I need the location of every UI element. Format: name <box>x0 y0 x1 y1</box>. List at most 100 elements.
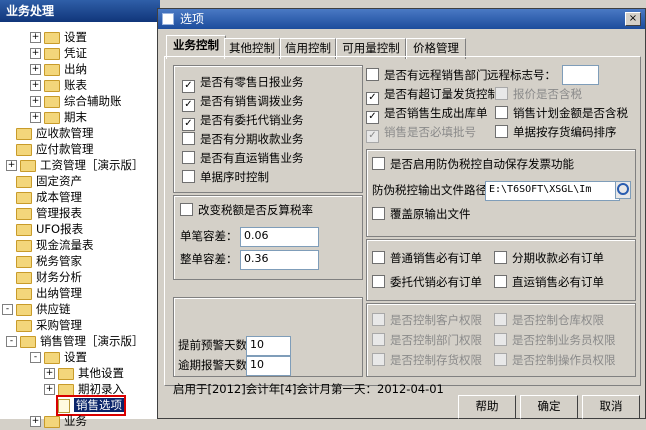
normal-sales-order-checkbox[interactable]: 普通销售必有订单 <box>372 250 482 266</box>
batch-required-checkbox[interactable]: ✓ 销售是否必填批号 <box>366 124 476 143</box>
tree-item[interactable]: 应收款管理 <box>16 125 94 142</box>
folder-icon <box>58 383 74 396</box>
collapse-icon[interactable]: - <box>2 304 13 315</box>
consignment-order-checkbox[interactable]: 委托代销必有订单 <box>372 274 482 290</box>
export-path-input[interactable]: E:\T6SOFT\XSGL\Im <box>485 181 620 201</box>
tree-item[interactable]: - 设置 <box>30 349 87 366</box>
folder-icon <box>44 95 60 108</box>
retail-daily-checkbox[interactable]: ✓ 是否有零售日报业务 <box>182 74 304 93</box>
tree-item-sales-options[interactable]: 销售选项 <box>56 395 126 416</box>
tree-item[interactable]: 现金流量表 <box>16 237 94 254</box>
tree-item-label: 销售管理［演示版］ <box>40 334 144 348</box>
expand-icon[interactable]: + <box>30 80 41 91</box>
tree-item[interactable]: - 销售管理［演示版］ <box>6 333 144 350</box>
auto-save-invoice-checkbox[interactable]: 是否启用防伪税控自动保存发票功能 <box>372 156 574 172</box>
tree-item[interactable]: + 账表 <box>30 77 87 94</box>
customer-permission-checkbox[interactable]: 是否控制客户权限 <box>372 312 482 328</box>
cancel-button[interactable]: 取消 <box>582 395 640 419</box>
expand-icon[interactable]: + <box>30 48 41 59</box>
folder-icon <box>16 287 32 300</box>
tree-item[interactable]: 财务分析 <box>16 269 82 286</box>
tree-item[interactable]: 成本管理 <box>16 189 82 206</box>
tree-item[interactable]: + 出纳 <box>30 61 87 78</box>
consignment-checkbox[interactable]: ✓ 是否有委托代销业务 <box>182 112 304 131</box>
tree-item[interactable]: + 业务 <box>30 413 87 430</box>
over-order-control-checkbox[interactable]: ✓ 是否有超订量发货控制 <box>366 86 499 105</box>
ok-button[interactable]: 确定 <box>520 395 578 419</box>
warehouse-permission-checkbox[interactable]: 是否控制仓库权限 <box>494 312 604 328</box>
installment-order-checkbox[interactable]: 分期收款必有订单 <box>494 250 604 266</box>
tree-item[interactable]: 采购管理 <box>16 317 82 334</box>
tree-item-label: 固定资产 <box>36 174 82 188</box>
dialog-titlebar[interactable]: 选项 × <box>158 9 645 29</box>
direct-sales-order-checkbox[interactable]: 直运销售必有订单 <box>494 274 604 290</box>
document-sequence-checkbox[interactable]: 单据序时控制 <box>182 169 269 185</box>
close-button[interactable]: × <box>625 12 641 26</box>
tree-item[interactable]: + 其他设置 <box>44 365 124 382</box>
operator-permission-checkbox[interactable]: 是否控制操作员权限 <box>494 352 616 368</box>
overdue-alert-input[interactable]: 10 <box>246 356 291 376</box>
expand-icon[interactable]: + <box>30 96 41 107</box>
expand-icon[interactable]: + <box>30 32 41 43</box>
expand-icon[interactable]: + <box>44 384 55 395</box>
advance-alert-input[interactable]: 10 <box>246 336 291 356</box>
checkbox-label: 单据序时控制 <box>200 170 269 184</box>
overdue-alert-label: 逾期报警天数 <box>178 358 247 372</box>
generate-outbound-checkbox[interactable]: ✓ 是否销售生成出库单 <box>366 105 488 124</box>
tree-item-label: 税务管家 <box>36 254 82 268</box>
tree-item[interactable]: UFO报表 <box>16 221 83 238</box>
price-tax-checkbox[interactable]: 报价是否含税 <box>495 86 582 102</box>
remote-sales-checkbox[interactable]: 是否有远程销售部门 <box>366 67 488 83</box>
installment-checkbox[interactable]: 是否有分期收款业务 <box>182 131 304 147</box>
tree-item[interactable]: 税务管家 <box>16 253 82 270</box>
tree-item[interactable]: 固定资产 <box>16 173 82 190</box>
expand-icon[interactable]: + <box>30 416 41 427</box>
tree-item[interactable]: + 期末 <box>30 109 87 126</box>
expand-icon[interactable]: + <box>30 112 41 123</box>
tree-item[interactable]: + 期初录入 <box>44 381 124 398</box>
tree-item[interactable]: 管理报表 <box>16 205 82 222</box>
tree-item[interactable]: + 设置 <box>30 29 87 46</box>
checkbox-label: 是否控制操作员权限 <box>512 353 616 367</box>
checkbox-box <box>372 251 385 264</box>
checkbox-label: 是否有委托代销业务 <box>200 113 304 127</box>
expand-icon[interactable]: + <box>30 64 41 75</box>
document-icon <box>58 398 70 413</box>
collapse-icon[interactable]: - <box>30 352 41 363</box>
whole-tolerance-input[interactable]: 0.36 <box>240 250 319 270</box>
tree-item[interactable]: 应付款管理 <box>16 141 94 158</box>
browse-button[interactable] <box>615 181 631 199</box>
checkbox-label: 是否有销售调拨业务 <box>200 94 304 108</box>
overwrite-file-checkbox[interactable]: 覆盖原输出文件 <box>372 206 471 222</box>
salesman-permission-checkbox[interactable]: 是否控制业务员权限 <box>494 332 616 348</box>
collapse-icon[interactable]: - <box>6 336 17 347</box>
tree-item[interactable]: + 工资管理［演示版］ <box>6 157 144 174</box>
direct-shipment-checkbox[interactable]: 是否有直运销售业务 <box>182 150 304 166</box>
inventory-permission-checkbox[interactable]: 是否控制存货权限 <box>372 352 482 368</box>
expand-icon[interactable]: + <box>6 160 17 171</box>
sales-transfer-checkbox[interactable]: ✓ 是否有销售调拨业务 <box>182 93 304 112</box>
dialog-title: 选项 <box>180 12 205 26</box>
help-button[interactable]: 帮助 <box>458 395 516 419</box>
sort-by-inventory-checkbox[interactable]: 单据按存货编码排序 <box>495 124 617 140</box>
checkbox-label: 是否控制存货权限 <box>390 353 482 367</box>
tree-item[interactable]: 出纳管理 <box>16 285 82 302</box>
checkbox-box <box>495 125 508 138</box>
folder-icon <box>16 191 32 204</box>
plan-amount-tax-checkbox[interactable]: 销售计划金额是否含税 <box>495 105 628 121</box>
single-tolerance-input[interactable]: 0.06 <box>240 227 319 247</box>
permission-group: 是否控制客户权限 是否控制仓库权限 是否控制部门权限 是否控制业务员权限 是否控… <box>366 303 636 377</box>
folder-icon <box>44 63 60 76</box>
checkbox-box <box>494 313 507 326</box>
navigation-tree: 业务处理 + 设置 + 凭证 + 出纳 + 账表 + 综合辅助账 + 期末 应收款管理 应付款管理 + 工资管… <box>0 0 160 428</box>
checkbox-label: 委托代销必有订单 <box>390 275 482 289</box>
tree-item[interactable]: + 综合辅助账 <box>30 93 122 110</box>
checkbox-box <box>494 333 507 346</box>
remote-flag-input[interactable] <box>562 65 599 85</box>
reverse-tax-rate-checkbox[interactable]: 改变税额是否反算税率 <box>180 202 313 218</box>
folder-icon <box>16 127 32 140</box>
expand-icon[interactable]: + <box>44 368 55 379</box>
tree-item[interactable]: - 供应链 <box>2 301 71 318</box>
tree-item[interactable]: + 凭证 <box>30 45 87 62</box>
department-permission-checkbox[interactable]: 是否控制部门权限 <box>372 332 482 348</box>
